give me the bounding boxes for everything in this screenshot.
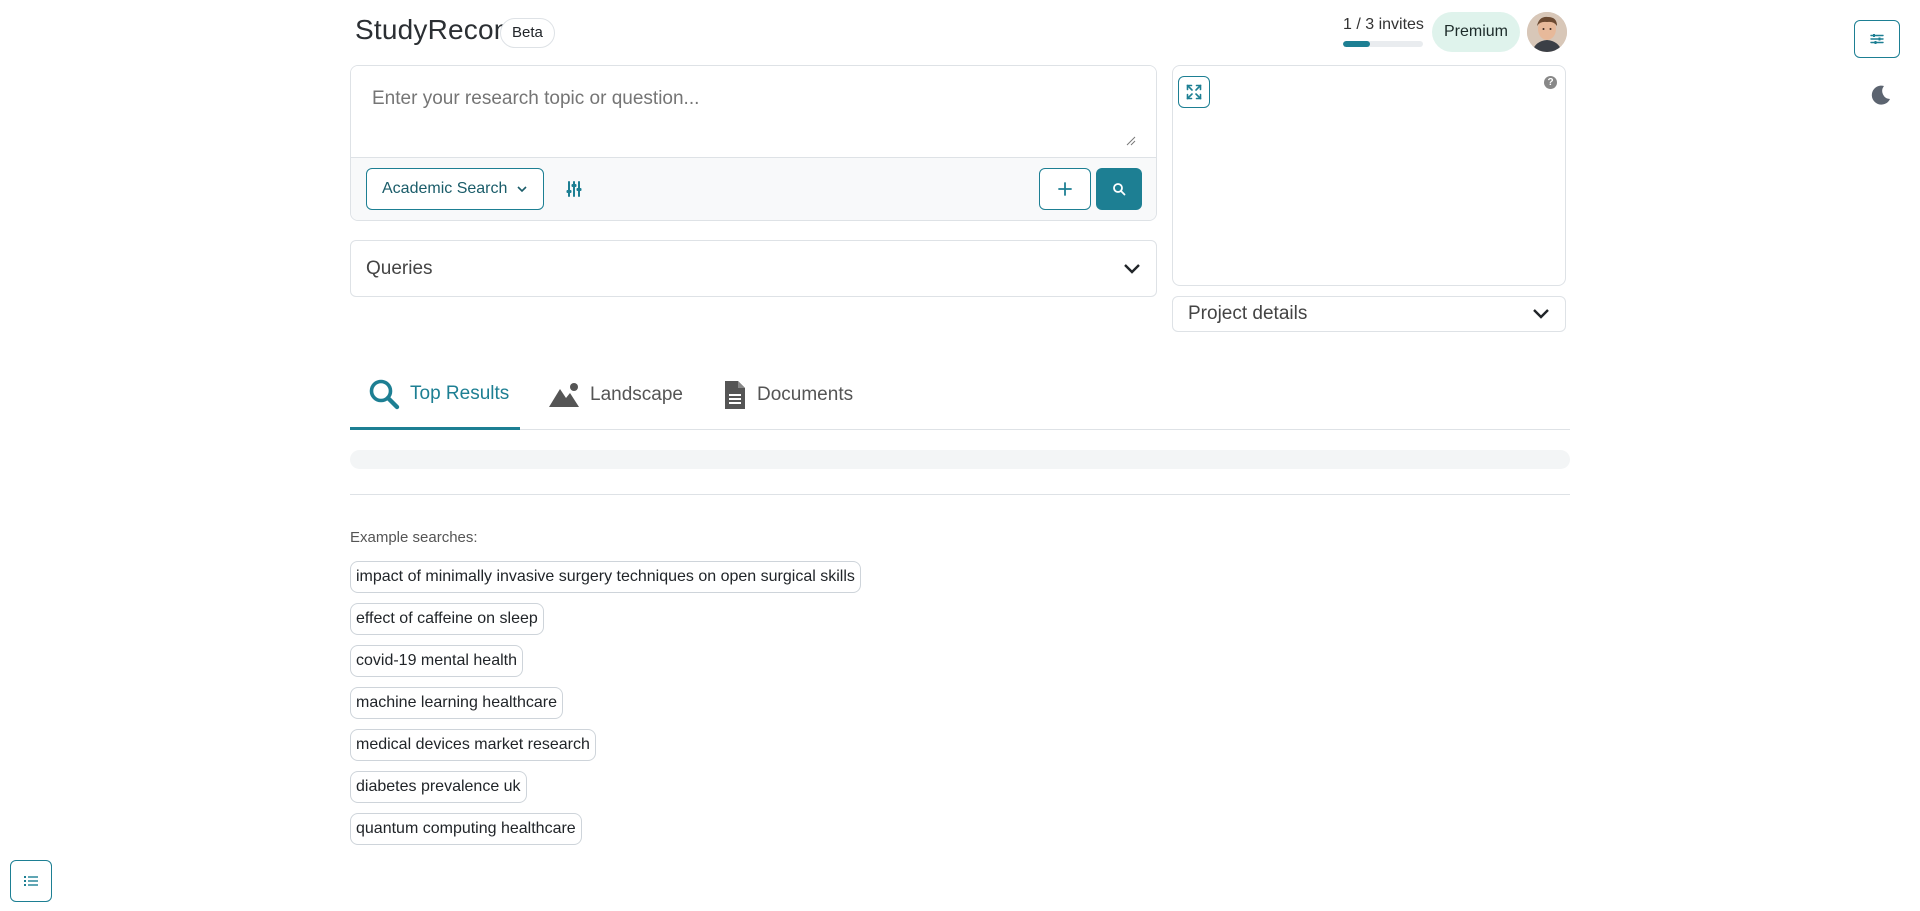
resize-handle-icon[interactable]	[1124, 134, 1136, 146]
example-search-chip[interactable]: machine learning healthcare	[350, 687, 564, 719]
expand-button[interactable]	[1178, 76, 1210, 108]
search-mode-label: Academic Search	[382, 180, 508, 197]
chevron-down-icon	[1533, 309, 1549, 319]
search-card: Academic Search	[350, 65, 1157, 221]
mountain-icon	[549, 383, 579, 407]
tab-label: Top Results	[410, 382, 510, 404]
queries-accordion[interactable]: Queries	[350, 240, 1157, 297]
document-icon	[725, 381, 745, 409]
search-submit-button[interactable]	[1096, 168, 1142, 210]
dark-mode-toggle[interactable]	[1870, 84, 1892, 106]
example-search-chip[interactable]: diabetes prevalence uk	[350, 771, 527, 803]
tab-label: Documents	[757, 384, 854, 405]
beta-badge: Beta	[500, 18, 555, 48]
tab-documents[interactable]: Documents	[723, 360, 853, 430]
example-search-chip[interactable]: covid-19 mental health	[350, 645, 523, 677]
add-query-button[interactable]	[1039, 168, 1091, 210]
project-details-accordion[interactable]: Project details	[1172, 296, 1566, 332]
help-icon[interactable]: ?	[1544, 76, 1557, 89]
research-topic-input[interactable]	[351, 66, 1156, 157]
example-search-chip[interactable]: effect of caffeine on sleep	[350, 603, 544, 635]
search-icon	[1113, 183, 1126, 196]
invites-counter: 1 / 3 invites	[1343, 16, 1424, 33]
plus-icon	[1058, 182, 1072, 196]
premium-badge[interactable]: Premium	[1432, 12, 1521, 52]
visualization-panel: ?	[1172, 65, 1566, 286]
invites-progress-fill	[1343, 41, 1370, 47]
tab-label: Landscape	[590, 384, 683, 405]
chevron-down-icon	[1124, 263, 1140, 274]
search-toolbar: Academic Search	[351, 157, 1156, 220]
results-tabs: Top Results Landscape Documents	[350, 360, 1570, 430]
tab-landscape[interactable]: Landscape	[548, 360, 683, 430]
example-search-chip[interactable]: impact of minimally invasive surgery tec…	[350, 561, 861, 593]
search-icon	[369, 379, 400, 409]
sliders-icon	[1870, 34, 1884, 44]
user-avatar[interactable]	[1527, 12, 1567, 52]
example-search-chip[interactable]: quantum computing healthcare	[350, 813, 582, 845]
expand-icon	[1186, 84, 1202, 100]
example-searches-label: Example searches:	[350, 529, 478, 546]
example-search-chip[interactable]: medical devices market research	[350, 729, 596, 761]
loading-placeholder	[350, 450, 1570, 469]
sliders-icon[interactable]	[564, 180, 584, 198]
project-details-label: Project details	[1188, 303, 1308, 324]
list-icon	[24, 876, 38, 886]
settings-toggle-button[interactable]	[1854, 20, 1900, 58]
chevron-down-icon	[517, 186, 527, 193]
section-divider	[350, 494, 1570, 495]
moon-icon	[1871, 85, 1890, 105]
queries-label: Queries	[366, 257, 433, 279]
table-of-contents-button[interactable]	[10, 860, 52, 902]
avatar-image	[1527, 12, 1567, 52]
invites-progress-bar	[1343, 41, 1423, 47]
app-brand[interactable]: StudyRecon	[355, 14, 510, 46]
tab-top-results[interactable]: Top Results	[350, 360, 520, 430]
search-mode-select[interactable]: Academic Search	[366, 168, 544, 210]
